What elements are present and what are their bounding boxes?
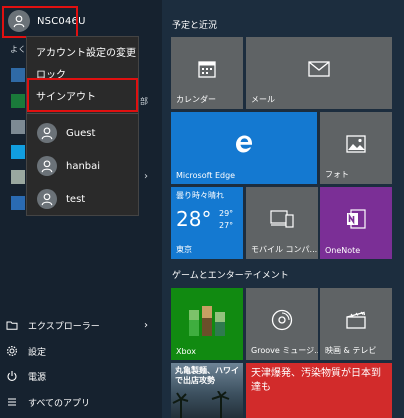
account-menu: アカウント設定の変更 ロック サインアウト Guest hanbai test	[26, 36, 139, 216]
menu-user-hanbai[interactable]: hanbai	[27, 150, 138, 182]
tile-news-photo[interactable]: 丸亀製麺、ハワイで出店攻勢	[171, 363, 243, 418]
gear-icon	[6, 345, 18, 357]
tile-groove-label: Groove ミュージ...	[251, 346, 318, 355]
tile-xbox-label: Xbox	[176, 347, 196, 356]
user-avatar-icon	[37, 189, 57, 209]
news-headline-right: 天津爆発、汚染物質が日本到達も	[251, 368, 381, 393]
film-icon	[346, 311, 366, 329]
menu-user-label: Guest	[66, 127, 96, 139]
tile-weather[interactable]: 曇り時々晴れ 28° 29° 27° 東京	[171, 187, 243, 259]
photo-icon	[346, 135, 366, 153]
chevron-right-icon[interactable]: ›	[144, 320, 148, 331]
power-icon	[7, 371, 17, 381]
tile-calendar[interactable]: カレンダー	[171, 37, 243, 109]
app-icon-1[interactable]	[11, 68, 25, 82]
tile-movies-tv[interactable]: 映画 & テレビ	[320, 288, 392, 360]
tile-news[interactable]: 天津爆発、汚染物質が日本到達も	[246, 363, 392, 418]
nav-settings[interactable]: 設定	[6, 340, 156, 362]
highlight-box-signout	[27, 78, 138, 112]
tile-movies-label: 映画 & テレビ	[325, 346, 377, 355]
folder-icon	[6, 321, 18, 330]
tile-calendar-label: カレンダー	[176, 95, 216, 104]
nav-explorer-label: エクスプローラー	[28, 321, 100, 332]
palm-trees-image	[172, 391, 230, 418]
user-avatar-icon	[37, 123, 57, 143]
app-icon-3[interactable]	[11, 120, 25, 134]
app-icon-5[interactable]	[11, 170, 25, 184]
menu-divider	[27, 113, 138, 114]
nav-settings-label: 設定	[28, 347, 47, 358]
nav-all-apps-label: すべてのアプリ	[28, 398, 91, 409]
weather-temp: 28°	[176, 207, 212, 231]
skype-icon[interactable]	[11, 145, 25, 159]
nav-explorer[interactable]: エクスプローラー ›	[6, 314, 156, 336]
weather-condition: 曇り時々晴れ	[176, 191, 224, 200]
tile-edge-label: Microsoft Edge	[176, 171, 236, 180]
tile-photos-label: フォト	[325, 170, 349, 179]
tile-onenote-label: OneNote	[325, 246, 361, 255]
tile-mobile-label: モバイル コンパ...	[251, 245, 318, 254]
app-label-partial: 部	[140, 97, 148, 106]
menu-user-guest[interactable]: Guest	[27, 117, 138, 149]
nav-power[interactable]: 電源	[6, 365, 156, 387]
tile-mail[interactable]: メール	[246, 37, 392, 109]
tile-onenote[interactable]: OneNote	[320, 187, 392, 259]
calendar-icon	[198, 61, 216, 78]
menu-user-test[interactable]: test	[27, 183, 138, 215]
tile-mobile-companion[interactable]: モバイル コンパ...	[246, 187, 318, 259]
user-avatar-icon	[37, 156, 57, 176]
menu-user-label: hanbai	[66, 160, 101, 172]
app-icon-6[interactable]	[11, 196, 25, 210]
mail-icon	[308, 61, 330, 77]
edge-icon	[236, 135, 252, 153]
tile-edge[interactable]: Microsoft Edge	[171, 112, 317, 184]
app-icon-2[interactable]	[11, 94, 25, 108]
user-account-button[interactable]: NSC046U	[0, 4, 162, 38]
tile-photos[interactable]: フォト	[320, 112, 392, 184]
list-icon	[8, 398, 16, 406]
weather-high: 29°	[219, 209, 234, 218]
groove-music-icon	[271, 309, 293, 330]
tile-mail-label: メール	[251, 95, 275, 104]
weather-city: 東京	[176, 245, 192, 254]
weather-low: 27°	[219, 221, 234, 230]
tile-xbox[interactable]: Xbox	[171, 288, 243, 360]
nav-all-apps[interactable]: すべてのアプリ	[6, 391, 156, 413]
nav-power-label: 電源	[28, 372, 47, 383]
onenote-icon	[347, 209, 366, 229]
group-label-entertainment: ゲームとエンターテイメント	[172, 271, 289, 281]
group-label-schedule: 予定と近況	[172, 21, 218, 31]
news-headline-left: 丸亀製麺、ハワイで出店攻勢	[175, 366, 239, 385]
tile-groove[interactable]: Groove ミュージ...	[246, 288, 318, 360]
highlight-box-user	[2, 6, 78, 38]
xbox-characters-image	[189, 305, 225, 336]
chevron-right-icon[interactable]: ›	[144, 171, 148, 182]
menu-user-label: test	[66, 193, 86, 205]
devices-icon	[270, 210, 294, 228]
menu-change-account-settings[interactable]: アカウント設定の変更	[27, 39, 138, 63]
